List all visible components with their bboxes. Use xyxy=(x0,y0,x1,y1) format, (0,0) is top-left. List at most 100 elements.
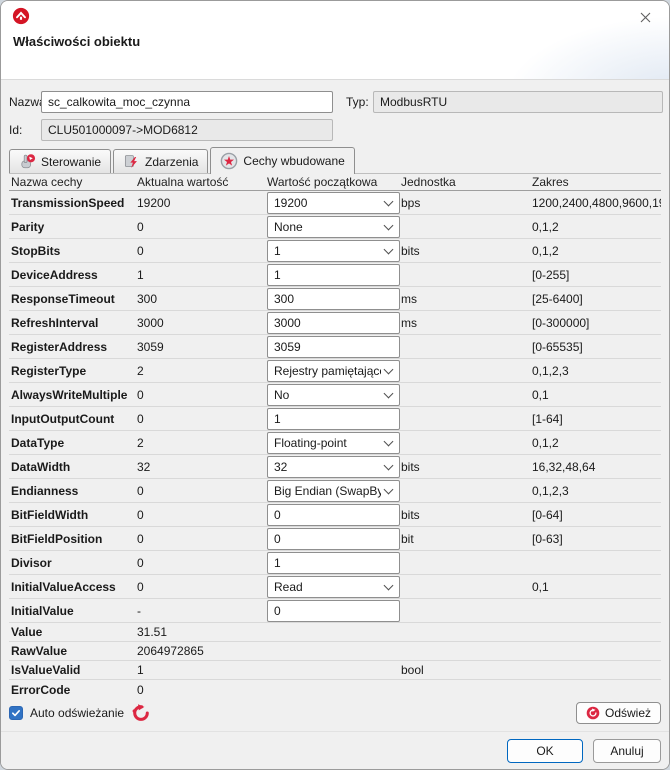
table-row: Divisor 0 xyxy=(9,551,661,575)
grenton-logo-icon xyxy=(12,7,30,25)
id-field xyxy=(41,119,333,141)
registeraddress-initial-input[interactable] xyxy=(267,335,400,358)
range: [0-65535] xyxy=(532,339,583,354)
current-value: 32 xyxy=(137,459,151,474)
range: [25-6400] xyxy=(532,291,583,306)
responsetimeout-initial-input[interactable] xyxy=(267,287,400,310)
current-value: 0 xyxy=(137,243,144,258)
selected-value: 32 xyxy=(274,459,288,474)
chevron-down-icon xyxy=(383,388,394,398)
table-row: RegisterType 2 Rejestry pamiętające (ho 0,1… xyxy=(9,359,661,383)
table-row: ResponseTimeout 300 ms [25-6400] xyxy=(9,287,661,311)
selected-value: No xyxy=(274,387,290,402)
unit: bit xyxy=(401,531,414,546)
unit: bits xyxy=(401,507,420,522)
transmissionspeed-initial-select[interactable]: 19200 xyxy=(267,191,400,214)
feature-name: ResponseTimeout xyxy=(11,291,115,306)
initialvalue-initial-input[interactable] xyxy=(267,599,400,622)
auto-refresh-label: Auto odświeżanie xyxy=(30,706,125,720)
stopbits-initial-select[interactable]: 1 xyxy=(267,239,400,262)
cancel-button[interactable]: Anuluj xyxy=(593,738,661,763)
unit: bits xyxy=(401,243,420,258)
selected-value: Read xyxy=(274,579,303,594)
feature-name: BitFieldPosition xyxy=(11,531,103,546)
table-row: RegisterAddress 3059 [0-65535] xyxy=(9,335,661,359)
endianness-initial-select[interactable]: Big Endian (SwapBytesAr xyxy=(267,479,400,502)
chevron-down-icon xyxy=(383,460,394,470)
deviceaddress-initial-input[interactable] xyxy=(267,263,400,286)
tab-label: Zdarzenia xyxy=(145,154,199,169)
chevron-down-icon xyxy=(383,580,394,590)
range: 0,1,2 xyxy=(532,219,559,234)
auto-refresh-row: Auto odświeżanie Odśwież xyxy=(9,701,661,725)
ok-button[interactable]: OK xyxy=(507,738,583,763)
name-input[interactable] xyxy=(41,91,333,113)
current-value: 2064972865 xyxy=(137,644,204,658)
refresh-button-label: Odśwież xyxy=(604,706,651,720)
object-properties-dialog: Właściwości obiektu Nazwa: Typ: Id: Ster… xyxy=(0,0,670,770)
current-value: 31.51 xyxy=(137,625,168,639)
feature-name: TransmissionSpeed xyxy=(11,195,125,210)
chevron-down-icon xyxy=(383,220,394,230)
range: 0,1 xyxy=(532,579,549,594)
inputoutputcount-initial-input[interactable] xyxy=(267,407,400,430)
table-row: StopBits 0 1 bits 0,1,2 xyxy=(9,239,661,263)
selected-value: 1 xyxy=(274,243,281,258)
table-row: BitFieldWidth 0 bits [0-64] xyxy=(9,503,661,527)
table-row: RawValue 2064972865 xyxy=(9,642,661,661)
tab-sterowanie[interactable]: Sterowanie xyxy=(9,149,112,173)
refreshinterval-initial-input[interactable] xyxy=(267,311,400,334)
bitfieldwidth-initial-input[interactable] xyxy=(267,503,400,526)
table-row: RefreshInterval 3000 ms [0-300000] xyxy=(9,311,661,335)
column-header: Zakres xyxy=(532,175,569,189)
current-value: 0 xyxy=(137,579,144,594)
tab-cechy-wbudowane[interactable]: Cechy wbudowane xyxy=(210,147,355,174)
refresh-spinner-icon xyxy=(132,704,149,721)
table-row: DataType 2 Floating-point 0,1,2 xyxy=(9,431,661,455)
refresh-icon xyxy=(586,706,600,720)
datawidth-initial-select[interactable]: 32 xyxy=(267,455,400,478)
range: [0-300000] xyxy=(532,315,590,330)
feature-name: IsValueValid xyxy=(11,663,81,677)
feature-name: Parity xyxy=(11,219,45,234)
current-value: 1 xyxy=(137,663,144,677)
datatype-initial-select[interactable]: Floating-point xyxy=(267,431,400,454)
dialog-body: Nazwa: Typ: Id: Sterowanie xyxy=(1,81,669,733)
tab-strip: Sterowanie Zdarzenia Cechy wbudowane xyxy=(9,147,661,174)
column-header: Nazwa cechy xyxy=(11,175,83,189)
auto-refresh-checkbox[interactable] xyxy=(9,706,23,720)
feature-name: BitFieldWidth xyxy=(11,507,89,522)
unit: bps xyxy=(401,195,421,210)
refresh-button[interactable]: Odśwież xyxy=(575,702,661,724)
current-value: 0 xyxy=(137,555,144,570)
table-header: Nazwa cechy Aktualna wartość Wartość poc… xyxy=(9,174,661,191)
selected-value: Floating-point xyxy=(274,435,347,450)
feature-name: ErrorCode xyxy=(11,682,71,697)
event-bolt-icon xyxy=(125,155,138,168)
table-row: DataWidth 32 32 bits 16,32,48,64 xyxy=(9,455,661,479)
registertype-initial-select[interactable]: Rejestry pamiętające (ho xyxy=(267,359,400,382)
initialvalueaccess-initial-select[interactable]: Read xyxy=(267,575,400,598)
selected-value: Rejestry pamiętające (ho xyxy=(274,363,381,378)
alwayswritemultiple-initial-select[interactable]: No xyxy=(267,383,400,406)
divisor-initial-input[interactable] xyxy=(267,551,400,574)
current-value: 0 xyxy=(137,682,144,697)
tab-label: Sterowanie xyxy=(41,154,102,169)
bitfieldposition-initial-input[interactable] xyxy=(267,527,400,550)
table-row: Parity 0 None 0,1,2 xyxy=(9,215,661,239)
parity-initial-select[interactable]: None xyxy=(267,215,400,238)
feature-name: RefreshInterval xyxy=(11,315,99,330)
range: [0-255] xyxy=(532,267,570,282)
current-value: 2 xyxy=(137,435,144,450)
table-row: InitialValueAccess 0 Read 0,1 xyxy=(9,575,661,599)
current-value: 19200 xyxy=(137,195,171,210)
dialog-header: Właściwości obiektu xyxy=(1,1,669,80)
close-button[interactable] xyxy=(629,6,661,28)
table-rows: TransmissionSpeed 19200 19200 bps 1200,2400,… xyxy=(9,191,661,699)
page-title: Właściwości obiektu xyxy=(13,34,141,49)
feature-name: DataWidth xyxy=(11,459,71,474)
tab-zdarzenia[interactable]: Zdarzenia xyxy=(113,149,209,173)
feature-name: Endianness xyxy=(11,483,79,498)
range: 0,1,2,3 xyxy=(532,483,569,498)
range: [0-63] xyxy=(532,531,563,546)
